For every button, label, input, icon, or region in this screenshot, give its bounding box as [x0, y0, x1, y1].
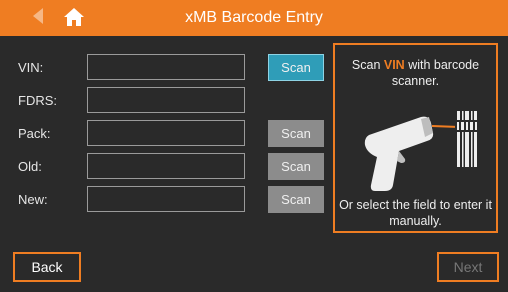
fdrs-label: FDRS: [18, 93, 57, 108]
vin-input[interactable] [87, 54, 245, 80]
old-label: Old: [18, 159, 42, 174]
vin-label: VIN: [18, 60, 44, 75]
pack-label: Pack: [18, 126, 51, 141]
manual-entry-text: Or select the field to enter it manually… [339, 198, 492, 228]
scan-instructions-panel: Scan VIN with barcode scanner. Or select… [333, 43, 498, 233]
new-label: New: [18, 192, 48, 207]
old-input[interactable] [87, 153, 245, 179]
vin-scan-button[interactable]: Scan [268, 54, 324, 81]
fdrs-input[interactable] [87, 87, 245, 113]
back-button[interactable]: Back [13, 252, 81, 282]
title-bar: xMB Barcode Entry [0, 0, 508, 36]
scan-instruction-text: Scan VIN with barcode scanner. [335, 57, 496, 89]
new-scan-button[interactable]: Scan [268, 186, 324, 213]
old-scan-button[interactable]: Scan [268, 153, 324, 180]
pack-input[interactable] [87, 120, 245, 146]
instruction-field-highlight: VIN [383, 58, 405, 72]
new-input[interactable] [87, 186, 245, 212]
instruction-text-end: with barcode scanner. [391, 58, 480, 88]
next-button[interactable]: Next [437, 252, 499, 282]
barcode-scanner-icon [364, 111, 479, 191]
pack-scan-button[interactable]: Scan [268, 120, 324, 147]
instruction-text-start: Scan [351, 58, 384, 72]
page-title: xMB Barcode Entry [185, 9, 323, 26]
